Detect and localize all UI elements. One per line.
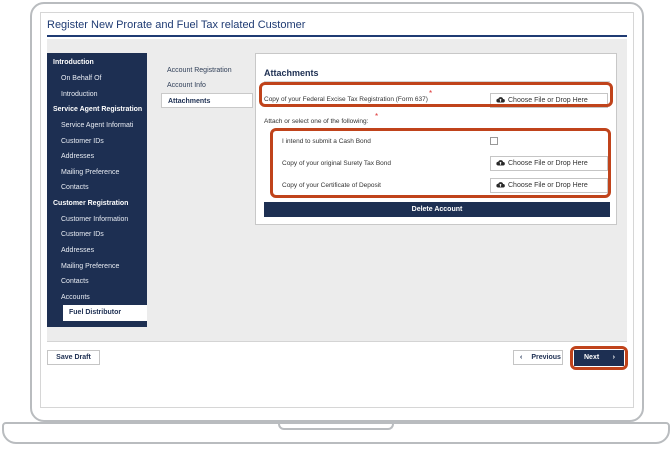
delete-account-button[interactable]: Delete Account — [264, 202, 610, 217]
previous-button[interactable]: ‹ Previous — [513, 350, 563, 365]
sidebar-heading-customer-registration[interactable]: Customer Registration — [47, 196, 147, 212]
chevron-left-icon: ‹ — [520, 354, 523, 361]
sidebar-item-fuel-distributor[interactable]: Fuel Distributor — [63, 305, 147, 321]
attachments-panel: Attachments Copy of your Federal Excise … — [255, 53, 617, 225]
sidebar-item-introduction[interactable]: Introduction — [47, 87, 147, 103]
required-marker-attach-one: * — [375, 112, 379, 121]
laptop-notch — [278, 424, 394, 430]
highlight-bond-options — [270, 128, 611, 198]
sidebar-item-agent-addresses[interactable]: Addresses — [47, 149, 147, 165]
highlight-federal-excise — [259, 82, 613, 107]
title-divider — [47, 35, 627, 37]
highlight-next-button — [570, 346, 628, 370]
sidebar-item-agent-customer-ids[interactable]: Customer IDs — [47, 134, 147, 150]
attach-one-label: Attach or select one of the following: — [264, 118, 369, 125]
footer-divider — [47, 341, 627, 342]
sidebar-heading-service-agent-registration[interactable]: Service Agent Registration — [47, 102, 147, 118]
save-draft-button[interactable]: Save Draft — [47, 350, 100, 365]
sidebar-item-customer-mailing-preference[interactable]: Mailing Preference — [47, 259, 147, 275]
previous-button-label: Previous — [531, 354, 561, 361]
sidebar: Introduction On Behalf Of Introduction S… — [47, 53, 147, 327]
sidebar-item-accounts[interactable]: Accounts — [47, 290, 147, 306]
app-window: Register New Prorate and Fuel Tax relate… — [40, 12, 634, 408]
subnav-account-info[interactable]: Account Info — [161, 78, 253, 93]
sidebar-item-service-agent-information[interactable]: Service Agent Informati — [47, 118, 147, 134]
subnav-attachments[interactable]: Attachments — [161, 93, 253, 108]
subnav-account-registration[interactable]: Account Registration — [161, 63, 253, 78]
sidebar-item-customer-ids[interactable]: Customer IDs — [47, 227, 147, 243]
sidebar-item-customer-information[interactable]: Customer Information — [47, 212, 147, 228]
sidebar-item-agent-contacts[interactable]: Contacts — [47, 180, 147, 196]
sidebar-item-on-behalf-of[interactable]: On Behalf Of — [47, 71, 147, 87]
sidebar-item-customer-addresses[interactable]: Addresses — [47, 243, 147, 259]
attachments-title: Attachments — [264, 68, 319, 78]
sidebar-item-customer-contacts[interactable]: Contacts — [47, 274, 147, 290]
sidebar-item-agent-mailing-preference[interactable]: Mailing Preference — [47, 165, 147, 181]
page-title: Register New Prorate and Fuel Tax relate… — [47, 19, 306, 31]
sidebar-heading-introduction[interactable]: Introduction — [47, 55, 147, 71]
